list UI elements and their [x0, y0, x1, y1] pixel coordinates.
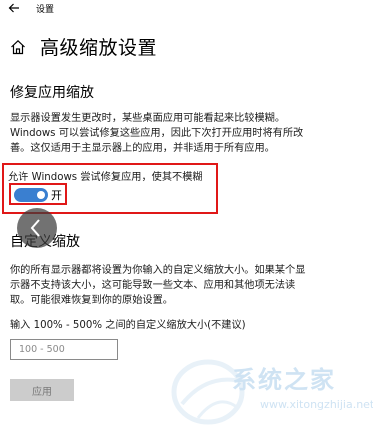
title-bar: 设置 — [0, 0, 373, 18]
chevron-left-icon — [30, 219, 40, 237]
apply-button[interactable]: 应用 — [10, 379, 74, 401]
custom-scale-input[interactable] — [10, 339, 118, 360]
home-icon[interactable] — [10, 39, 26, 55]
description-line: 善。这仅适用于主显示器上的应用，并非适用于所有应用。 — [10, 143, 275, 154]
description-line: 取。可能很难恢复到你的原始设置。 — [10, 295, 173, 306]
settings-window: 设置 高级缩放设置 修复应用缩放 显示器设置发生更改时，某些桌面应用可能看起来比… — [0, 0, 373, 425]
fix-apps-toggle[interactable] — [14, 188, 48, 202]
page-title: 高级缩放设置 — [40, 37, 158, 59]
fix-apps-description: 显示器设置发生更改时，某些桌面应用可能看起来比较模糊。 Windows 可以尝试… — [10, 111, 365, 156]
description-line: Windows 可以尝试修复这些应用，因此下次打开应用时将有所改 — [10, 128, 304, 139]
custom-scaling-description: 你的所有显示器都将设置为你输入的自定义缩放大小。如果某个显 示器不支持该大小，这… — [10, 263, 365, 308]
toggle-knob — [37, 191, 45, 199]
app-title: 设置 — [36, 5, 55, 15]
toggle-label: 允许 Windows 尝试修复应用，使其不模糊 — [8, 172, 203, 183]
fix-apps-heading: 修复应用缩放 — [10, 85, 94, 101]
description-line: 显示器设置发生更改时，某些桌面应用可能看起来比较模糊。 — [10, 113, 286, 124]
watermark-url: www.xitongzhijia.net — [260, 398, 373, 411]
description-line: 你的所有显示器都将设置为你输入的自定义缩放大小。如果某个显 — [10, 265, 306, 276]
back-button[interactable] — [6, 1, 22, 15]
arrow-left-icon — [8, 3, 19, 13]
description-line: 示器不支持该大小，这可能导致一些文本、应用和其他项无法读 — [10, 280, 296, 291]
overlay-pointer — [17, 208, 57, 248]
watermark-text: 系统之家 — [232, 366, 336, 394]
scale-input-label: 输入 100% - 500% 之间的自定义缩放大小(不建议) — [10, 320, 246, 331]
toggle-state-text: 开 — [51, 189, 62, 202]
